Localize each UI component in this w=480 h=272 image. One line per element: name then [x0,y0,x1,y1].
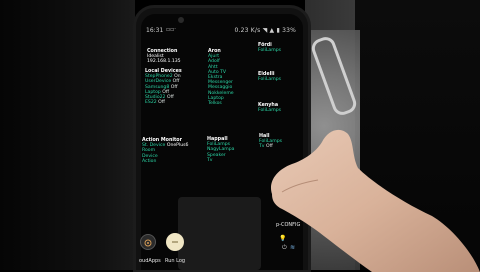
battery-level: 33% [282,27,296,34]
run-log-icon[interactable] [166,233,184,251]
hand [270,129,480,272]
aron-panel: Aron Ajurt Adolf Ahtt Auto TV Ekstra Mes… [208,49,234,106]
connection-ip: 192.168.1.135 [147,59,181,65]
eldelli-panel: Eldelli FoliLamps [258,72,281,82]
action-monitor-panel: Action Monitor St. Device OnePlus6 Room … [142,138,188,164]
happall-panel: Happall FoliLamps NagyLampa Speaker Tv [207,137,234,163]
local-devices-panel: Local Devices StepPhone2 On UserDevice O… [145,69,182,105]
background-left [0,0,135,270]
fordi-item[interactable]: FoliLamps [258,48,281,53]
cloud-apps-icon[interactable] [140,234,156,250]
bottom-panel [178,197,261,270]
battery-icon: ▮ [276,27,280,34]
happall-item[interactable]: NagyLampa [207,147,234,152]
aron-item[interactable]: Telkos [208,101,234,106]
local-device-item[interactable]: ES22 Off [145,100,182,105]
status-bar: 16:31 ▫▫· 0.23 K/s ◥ ▲ ▮ 33% [146,24,296,36]
action-monitor-item: Action [142,158,157,164]
happall-item[interactable]: Tv [207,158,234,163]
network-speed: 0.23 K/s [234,27,261,34]
run-log-label: Run Log [165,258,186,264]
eldelli-item[interactable]: FoliLamps [258,77,281,82]
connection-panel: Connection Idealist 192.168.1.135 [147,49,181,65]
cloud-apps-label: oudApps [139,258,161,264]
fordi-panel: Fördi FoliLamps [258,43,281,53]
status-time: 16:31 [146,27,164,34]
front-camera [178,17,184,23]
wifi-icon: ◥ [262,27,268,34]
aron-item[interactable]: Messaggio [208,85,234,90]
signal-icon: ▲ [269,27,275,34]
status-indicators: 0.23 K/s ◥ ▲ ▮ 33% [235,27,297,34]
notification-icons: ▫▫· [166,26,177,33]
